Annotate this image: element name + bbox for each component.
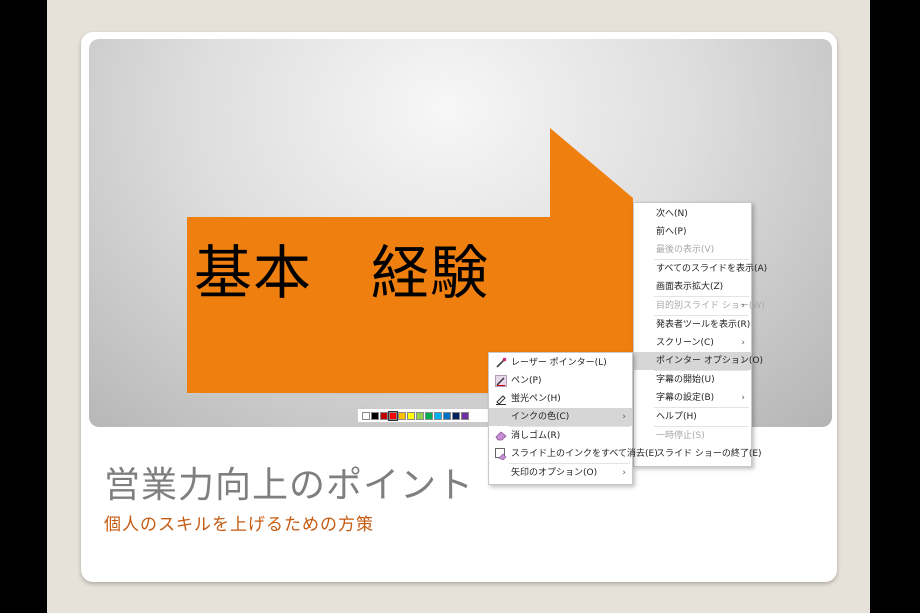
menu-item-label: すべてのスライドを表示(A) (656, 264, 768, 274)
ink-swatch[interactable] (416, 411, 424, 420)
laser-pointer-icon (496, 357, 507, 368)
menu-item-pointer-options[interactable]: ポインター オプション(O) › (634, 352, 763, 370)
highlighter-icon (496, 395, 506, 405)
menu-item-label: 次へ(N) (656, 209, 688, 219)
menu-item-last-viewed[interactable]: 最後の表示(V) (634, 241, 751, 259)
menu-item-label: 画面表示拡大(Z) (656, 282, 724, 292)
menu-item-previous[interactable]: 前へ(P) (634, 223, 751, 241)
ink-swatch[interactable] (362, 411, 370, 420)
slideshow-stage: 基本 経験 営業力向上のポイント 個人のスキルを上げるための方策 次へ(N) 前… (47, 0, 870, 613)
erase-all-ink-icon (495, 448, 507, 460)
submenu-item-erase-all-ink[interactable]: スライド上のインクをすべて消去(E) (489, 445, 658, 463)
menu-item-label: ヘルプ(H) (656, 412, 697, 422)
submenu-item-ink-color[interactable]: インクの色(C) › (489, 408, 632, 426)
slide-subtitle: 個人のスキルを上げるための方策 (104, 515, 374, 535)
menu-item-label: スクリーン(C) (656, 338, 714, 348)
menu-item-label: 目的別スライド ショー(W) (656, 301, 765, 311)
menu-item-zoom-in[interactable]: 画面表示拡大(Z) (634, 278, 751, 296)
ink-swatch[interactable] (443, 411, 451, 420)
submenu-item-laser-pointer[interactable]: レーザー ポインター(L) (489, 354, 632, 372)
menu-item-subtitle-settings[interactable]: 字幕の設定(B) › (634, 389, 751, 407)
ink-swatch[interactable] (434, 411, 442, 420)
menu-item-screen[interactable]: スクリーン(C) › (634, 334, 751, 352)
ink-swatch[interactable] (398, 411, 406, 420)
menu-item-label: 蛍光ペン(H) (511, 394, 561, 404)
menu-item-label: レーザー ポインター(L) (511, 358, 607, 368)
menu-item-label: 発表者ツールを表示(R) (656, 320, 751, 330)
chevron-right-icon: › (741, 356, 745, 366)
ink-swatch[interactable] (425, 411, 433, 420)
menu-item-custom-show[interactable]: 目的別スライド ショー(W) › (634, 297, 765, 315)
menu-item-pause[interactable]: 一時停止(S) (634, 427, 751, 445)
eraser-icon (495, 431, 507, 441)
pointer-options-submenu: レーザー ポインター(L) ペン(P) 蛍光ペン(H) インクの色(C) › 消し… (488, 352, 658, 485)
submenu-item-pen[interactable]: ペン(P) (489, 372, 632, 390)
menu-item-presenter-view[interactable]: 発表者ツールを表示(R) (634, 316, 751, 334)
ink-swatch[interactable] (407, 411, 415, 420)
chevron-right-icon: › (622, 468, 626, 478)
menu-item-next[interactable]: 次へ(N) (634, 205, 751, 223)
ink-color-palette (357, 408, 493, 423)
menu-item-label: 最後の表示(V) (656, 245, 715, 255)
menu-item-label: スライド ショーの終了(E) (656, 449, 762, 459)
menu-item-label: 字幕の開始(U) (656, 375, 715, 385)
menu-item-see-all-slides[interactable]: すべてのスライドを表示(A) (634, 260, 767, 278)
submenu-item-highlighter[interactable]: 蛍光ペン(H) (489, 390, 632, 408)
menu-item-help[interactable]: ヘルプ(H) (634, 408, 751, 426)
callout-text: 基本 経験 (194, 239, 490, 307)
menu-item-label: ペン(P) (511, 376, 542, 386)
menu-item-label: 矢印のオプション(O) (511, 468, 598, 478)
menu-item-label: 一時停止(S) (656, 431, 705, 441)
chevron-right-icon: › (741, 338, 745, 348)
menu-item-label: スライド上のインクをすべて消去(E) (511, 449, 658, 459)
chevron-right-icon: › (741, 393, 745, 403)
menu-item-label: インクの色(C) (511, 412, 570, 422)
ink-swatch[interactable] (371, 411, 379, 420)
menu-item-start-subtitles[interactable]: 字幕の開始(U) (634, 371, 751, 389)
menu-item-label: 字幕の設定(B) (656, 393, 715, 403)
slide-title: 営業力向上のポイント (104, 465, 475, 506)
ink-swatch[interactable] (380, 411, 388, 420)
chevron-right-icon: › (741, 301, 745, 311)
ink-swatch[interactable] (452, 411, 460, 420)
menu-item-label: 前へ(P) (656, 227, 687, 237)
ink-swatch[interactable] (388, 410, 398, 421)
pen-icon (495, 375, 507, 387)
submenu-item-arrow-options[interactable]: 矢印のオプション(O) › (489, 464, 632, 482)
submenu-item-eraser[interactable]: 消しゴム(R) (489, 427, 632, 445)
menu-item-label: 消しゴム(R) (511, 431, 561, 441)
chevron-right-icon: › (622, 412, 626, 422)
slideshow-context-menu: 次へ(N) 前へ(P) 最後の表示(V) すべてのスライドを表示(A) 画面表示… (633, 202, 767, 467)
ink-swatch[interactable] (461, 411, 469, 420)
menu-item-label: ポインター オプション(O) (656, 356, 763, 366)
